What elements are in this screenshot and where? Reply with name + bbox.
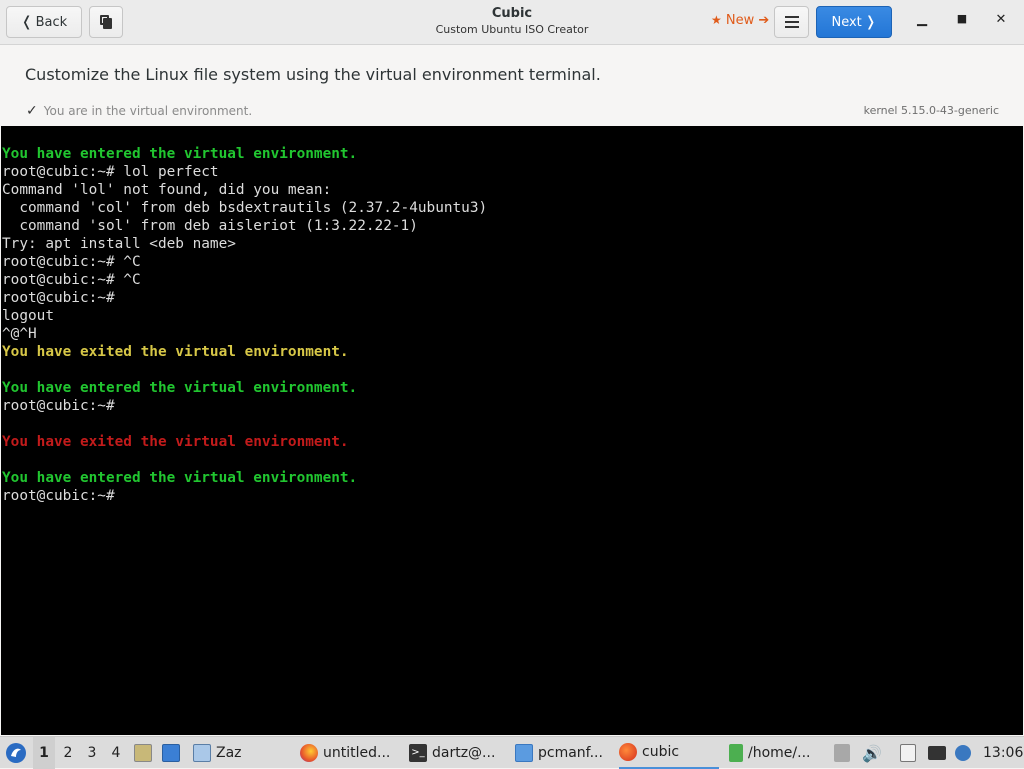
terminal-line: root@cubic:~# ^C <box>2 272 141 288</box>
taskbar: 1 2 3 4 Zaz untitled... >_ dartz@... pcm… <box>0 736 1024 769</box>
terminal-line: You have entered the virtual environment… <box>2 470 358 486</box>
close-button[interactable]: ✕ <box>991 12 1011 27</box>
folder-icon <box>515 744 533 762</box>
menu-button[interactable] <box>774 6 809 38</box>
checkmark-icon: ✓ <box>26 103 38 119</box>
page-heading: Customize the Linux file system using th… <box>25 65 601 84</box>
start-menu-button[interactable] <box>4 737 28 769</box>
terminal-line: root@cubic:~# <box>2 398 115 414</box>
copy-button[interactable] <box>89 6 123 38</box>
terminal[interactable]: You have entered the virtual environment… <box>1 126 1023 735</box>
file-icon <box>729 744 743 762</box>
terminal-line: command 'sol' from deb aisleriot (1:3.22… <box>2 218 418 234</box>
terminal-icon: >_ <box>409 744 427 762</box>
eject-tray[interactable] <box>834 737 850 769</box>
info-panel: Customize the Linux file system using th… <box>0 46 1024 126</box>
title-box: Cubic Custom Ubuntu ISO Creator <box>380 6 644 36</box>
clipboard-tray[interactable] <box>900 737 916 769</box>
header-bar: ❬ Back Cubic Custom Ubuntu ISO Creator ★… <box>0 0 1024 45</box>
task-pcmanfm[interactable]: pcmanf... <box>515 737 613 769</box>
terminal-line: command 'col' from deb bsdextrautils (2.… <box>2 200 488 216</box>
cubic-icon <box>619 743 637 761</box>
terminal-line: You have entered the virtual environment… <box>2 380 358 396</box>
next-button[interactable]: Next ❭ <box>816 6 892 38</box>
kernel-version: kernel 5.15.0-43-generic <box>863 104 999 117</box>
show-desktop-button[interactable] <box>162 737 185 769</box>
task-home-folder[interactable]: /home/... <box>729 737 825 769</box>
back-label: Back <box>35 14 68 30</box>
clock[interactable]: 13:06 <box>983 737 1023 769</box>
copy-icon <box>100 15 112 29</box>
terminal-line: You have exited the virtual environment. <box>2 344 349 360</box>
minimize-button[interactable]: ▁ <box>912 12 932 27</box>
lubuntu-logo-icon <box>6 743 26 763</box>
maximize-button[interactable]: ■ <box>952 12 972 25</box>
app-subtitle: Custom Ubuntu ISO Creator <box>435 23 589 36</box>
terminal-line: logout <box>2 308 54 324</box>
terminal-line: root@cubic:~# lol perfect <box>2 164 219 180</box>
chevron-left-icon: ❬ <box>20 14 33 30</box>
app-title: Cubic <box>491 6 533 21</box>
new-project-link[interactable]: ★ New ➔ <box>711 13 769 28</box>
terminal-line: You have exited the virtual environment. <box>2 434 349 450</box>
back-button[interactable]: ❬ Back <box>6 6 82 38</box>
removable-drive-icon <box>834 744 850 762</box>
firefox-icon <box>300 744 318 762</box>
volume-tray[interactable]: 🔊 <box>862 737 882 769</box>
network-icon <box>928 746 946 760</box>
network-tray[interactable] <box>928 737 946 769</box>
file-manager-launcher[interactable] <box>134 737 157 769</box>
desktop-icon <box>162 744 180 762</box>
next-label: Next <box>831 14 862 30</box>
terminal-line: You have entered the virtual environment… <box>2 146 358 162</box>
clipboard-icon <box>900 744 916 762</box>
task-firefox[interactable]: untitled... <box>300 737 400 769</box>
chevron-right-icon: ❭ <box>864 14 877 30</box>
terminal-line: Command 'lol' not found, did you mean: <box>2 182 332 198</box>
speaker-icon: 🔊 <box>862 743 882 763</box>
arrow-right-icon: ➔ <box>758 13 770 28</box>
updates-tray[interactable] <box>955 737 971 769</box>
workspace-4[interactable]: 4 <box>105 737 127 769</box>
task-terminal[interactable]: >_ dartz@... <box>409 737 507 769</box>
workspace-3[interactable]: 3 <box>81 737 103 769</box>
hamburger-icon <box>784 13 799 31</box>
terminal-line: root@cubic:~# ^C <box>2 254 141 270</box>
window-icon <box>193 744 211 762</box>
file-manager-icon <box>134 744 152 762</box>
task-zaz[interactable]: Zaz <box>193 737 291 769</box>
terminal-line: Try: apt install <deb name> <box>2 236 236 252</box>
status-text: You are in the virtual environment. <box>43 104 253 118</box>
new-label: New <box>725 13 755 28</box>
info-icon <box>955 745 971 761</box>
star-icon: ★ <box>711 13 722 27</box>
status-message: ✓ You are in the virtual environment. <box>26 103 252 119</box>
workspace-2[interactable]: 2 <box>57 737 79 769</box>
workspace-1[interactable]: 1 <box>33 737 55 769</box>
task-cubic[interactable]: cubic <box>619 737 719 769</box>
terminal-line: root@cubic:~# <box>2 488 115 504</box>
terminal-line: ^@^H <box>2 326 37 342</box>
terminal-line: root@cubic:~# <box>2 290 115 306</box>
